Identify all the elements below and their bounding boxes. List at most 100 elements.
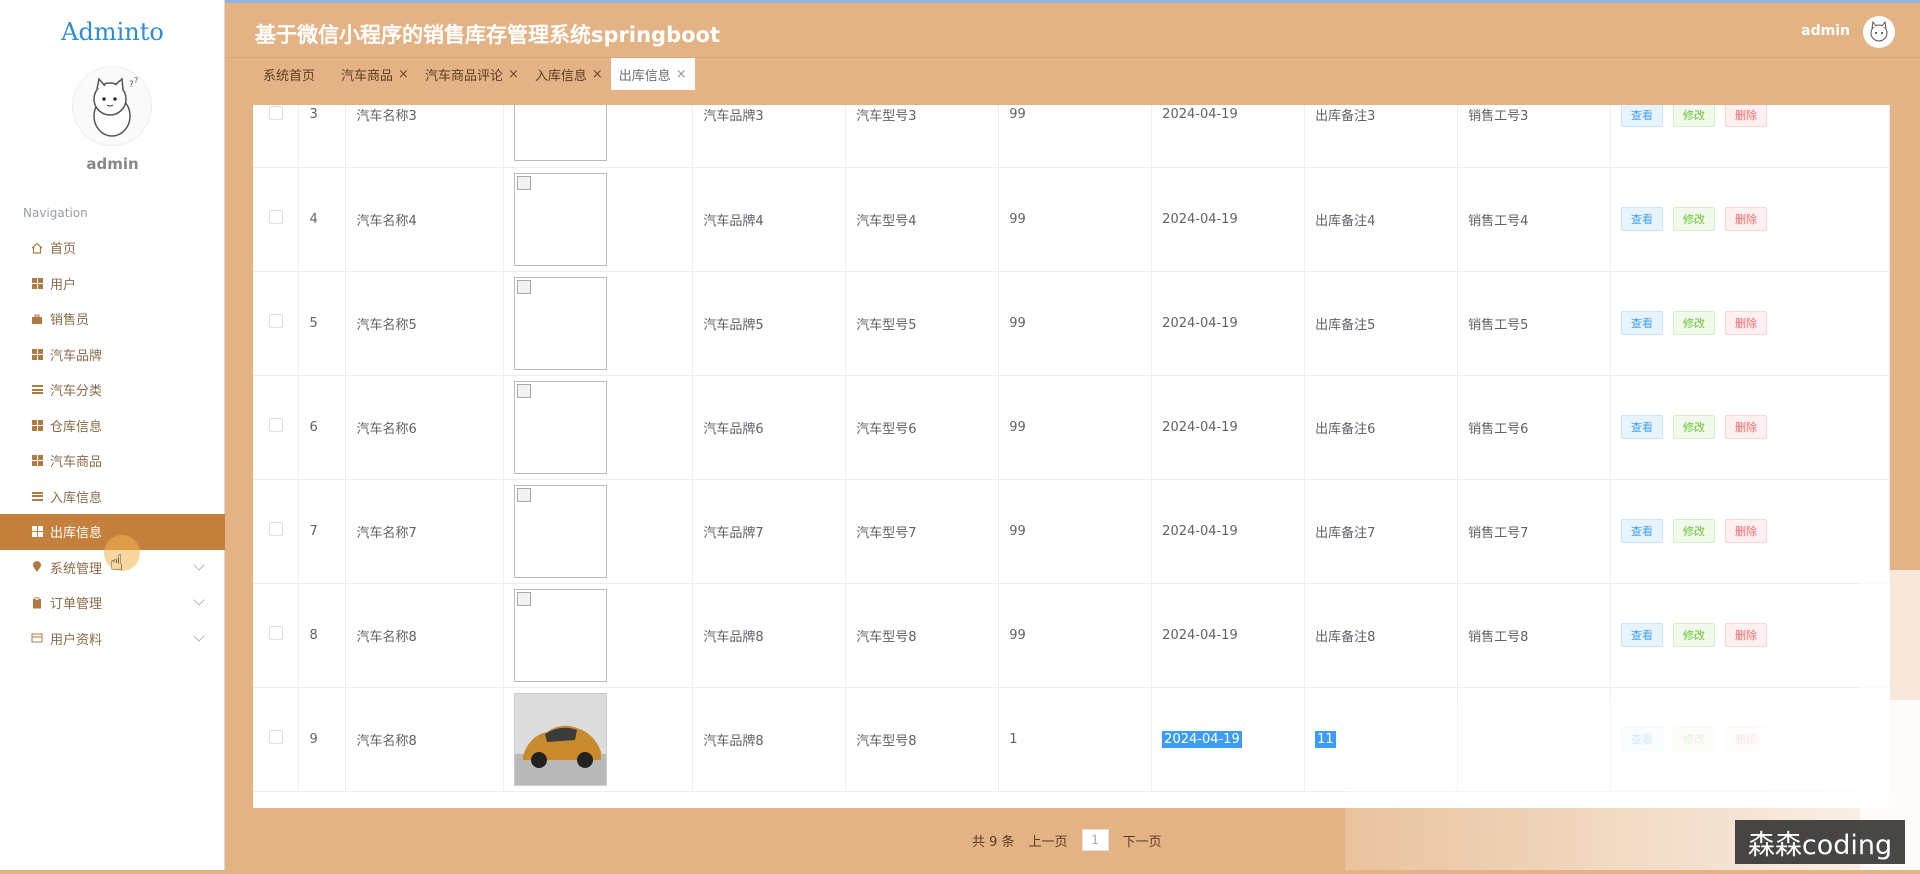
- briefcase-icon: [30, 312, 44, 326]
- view-button[interactable]: 查看: [1621, 415, 1663, 439]
- sidebar-item-user-profile[interactable]: 用户资料: [0, 621, 225, 657]
- delete-button[interactable]: 删除: [1725, 415, 1767, 439]
- model-cell: 汽车型号4: [845, 167, 1000, 272]
- edit-button[interactable]: 修改: [1673, 105, 1715, 127]
- page-number-input[interactable]: 1: [1081, 829, 1109, 851]
- row-checkbox[interactable]: [268, 210, 283, 224]
- actions-cell: 查看修改删除: [1610, 583, 1890, 688]
- top-header: 基于微信小程序的销售库存管理系统springboot admin: [225, 0, 1920, 58]
- date-value: 2024-04-19: [1162, 730, 1242, 748]
- broken-image[interactable]: [514, 380, 608, 474]
- sidebar-item-users[interactable]: 用户: [0, 266, 225, 302]
- sidebar-item-label: 汽车品牌: [50, 348, 103, 364]
- index-cell: 5: [298, 271, 347, 376]
- index-cell: 9: [298, 687, 347, 792]
- grid-icon: [30, 525, 44, 539]
- actions-cell: 查看修改删除: [1610, 105, 1890, 168]
- index-cell: 6: [298, 375, 347, 480]
- row-checkbox[interactable]: [268, 105, 283, 120]
- tab-home[interactable]: 系统首页: [245, 58, 333, 90]
- row-checkbox[interactable]: [268, 730, 283, 744]
- broken-image[interactable]: [514, 105, 608, 162]
- staff-cell: 销售工号8: [1457, 583, 1611, 688]
- note-cell: 出库备注4: [1304, 167, 1459, 272]
- view-button[interactable]: 查看: [1621, 105, 1663, 127]
- close-icon[interactable]: ×: [508, 67, 519, 82]
- row-checkbox[interactable]: [268, 522, 283, 536]
- image-cell: [503, 687, 694, 792]
- checkbox-cell: [253, 375, 300, 480]
- date-cell: 2024-04-19: [1151, 271, 1306, 376]
- quantity-cell: 1: [998, 687, 1153, 792]
- view-button[interactable]: 查看: [1621, 623, 1663, 647]
- clipboard-icon: [30, 596, 44, 610]
- tab-stock-out[interactable]: 出库信息 ×: [610, 58, 695, 90]
- tab-label: 入库信息: [534, 68, 587, 84]
- broken-image[interactable]: [514, 484, 608, 578]
- table-row: 7 汽车名称7 汽车品牌7 汽车型号7 99 2024-04-19 出库备注7 销售工号7 查看…: [253, 479, 1890, 584]
- view-button[interactable]: 查看: [1621, 519, 1663, 543]
- edit-button[interactable]: 修改: [1673, 311, 1715, 335]
- note-value: 出库备注3: [1315, 109, 1376, 125]
- app-logo: Adminto: [61, 18, 164, 46]
- next-page-button[interactable]: 下一页: [1123, 831, 1162, 850]
- sidebar-item-label: 仓库信息: [50, 419, 103, 435]
- broken-image-icon: [517, 175, 532, 190]
- row-checkbox[interactable]: [268, 314, 283, 328]
- tab-stock-in[interactable]: 入库信息 ×: [527, 58, 611, 90]
- note-value: 出库备注4: [1315, 213, 1376, 229]
- sidebar-item-warehouse[interactable]: 仓库信息: [0, 408, 225, 444]
- avatar[interactable]: ? ?: [72, 66, 152, 146]
- actions-cell: 查看修改删除: [1610, 271, 1890, 376]
- delete-button[interactable]: 删除: [1725, 105, 1767, 127]
- close-icon[interactable]: ×: [592, 67, 603, 82]
- model-cell: 汽车型号8: [845, 583, 1000, 688]
- tab-car-products[interactable]: 汽车商品 ×: [333, 58, 417, 90]
- sidebar-item-salesperson[interactable]: 销售员: [0, 301, 225, 337]
- header-username[interactable]: admin: [1801, 23, 1850, 39]
- sidebar-item-order-management[interactable]: 订单管理: [0, 585, 225, 621]
- header-avatar[interactable]: [1863, 16, 1895, 48]
- list-icon: [30, 383, 44, 397]
- row-checkbox[interactable]: [268, 626, 283, 640]
- broken-image[interactable]: [514, 276, 608, 370]
- close-icon[interactable]: ×: [676, 67, 687, 82]
- delete-button[interactable]: 删除: [1725, 519, 1767, 543]
- pagination: 共 9 条 上一页 1 下一页: [972, 829, 1162, 851]
- delete-button[interactable]: 删除: [1725, 207, 1767, 231]
- model-cell: 汽车型号3: [845, 105, 1000, 168]
- sidebar-item-stock-in[interactable]: 入库信息: [0, 479, 225, 515]
- edit-button[interactable]: 修改: [1673, 623, 1715, 647]
- sidebar-item-car-brand[interactable]: 汽车品牌: [0, 337, 225, 373]
- edit-button[interactable]: 修改: [1673, 415, 1715, 439]
- image-cell: [503, 105, 694, 168]
- broken-image[interactable]: [514, 588, 608, 682]
- actions-cell: 查看修改删除: [1610, 375, 1890, 480]
- broken-image[interactable]: [514, 172, 608, 266]
- quantity-cell: 99: [998, 271, 1153, 376]
- tab-car-reviews[interactable]: 汽车商品评论 ×: [417, 58, 527, 90]
- row-checkbox[interactable]: [268, 418, 283, 432]
- tab-label: 系统首页: [263, 68, 316, 84]
- prev-page-button[interactable]: 上一页: [1029, 831, 1068, 850]
- edit-button[interactable]: 修改: [1673, 207, 1715, 231]
- image-cell: [503, 583, 694, 688]
- list-icon: [30, 489, 44, 503]
- index-cell: 7: [298, 479, 347, 584]
- delete-button[interactable]: 删除: [1725, 311, 1767, 335]
- view-button[interactable]: 查看: [1621, 311, 1663, 335]
- sidebar-item-car-category[interactable]: 汽车分类: [0, 372, 225, 408]
- close-icon[interactable]: ×: [398, 67, 409, 82]
- view-button[interactable]: 查看: [1621, 207, 1663, 231]
- car-photo[interactable]: [514, 692, 608, 786]
- sidebar-item-home[interactable]: 首页: [0, 230, 225, 266]
- delete-button[interactable]: 删除: [1725, 623, 1767, 647]
- card-icon: [30, 631, 44, 645]
- svg-text:?: ?: [134, 76, 138, 85]
- edit-button[interactable]: 修改: [1673, 519, 1715, 543]
- date-value: 2024-04-19: [1162, 627, 1238, 643]
- sidebar-item-label: 首页: [50, 242, 77, 258]
- note-cell: 出库备注8: [1304, 583, 1459, 688]
- checkbox-cell: [253, 479, 300, 584]
- sidebar-item-car-products[interactable]: 汽车商品: [0, 443, 225, 479]
